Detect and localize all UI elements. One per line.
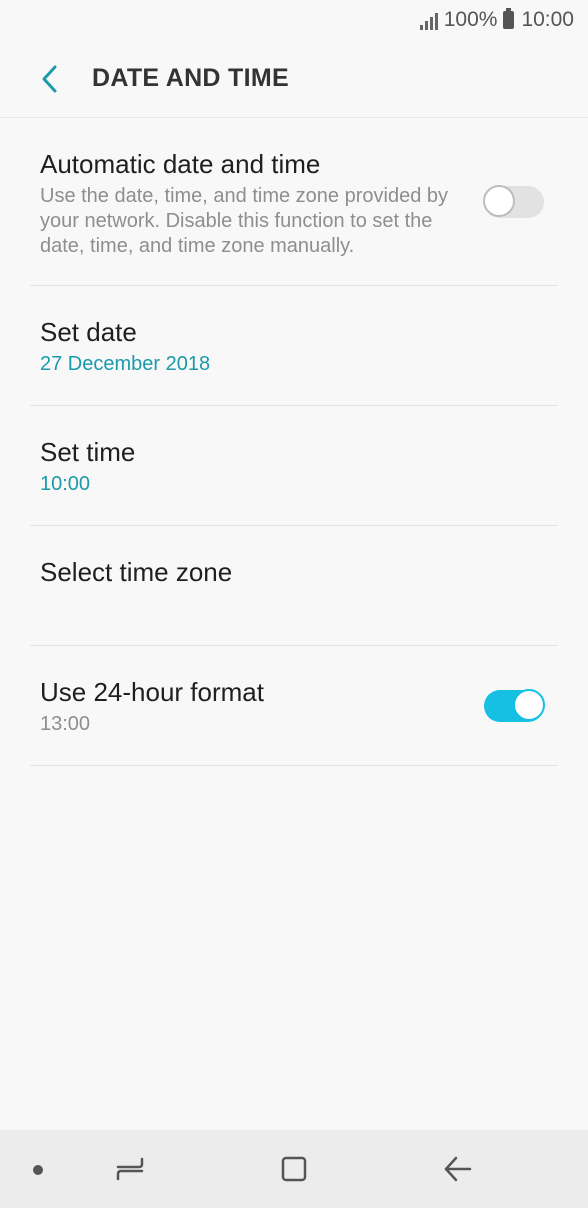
dot-icon[interactable]	[28, 1160, 48, 1180]
use-24-hour-format-row[interactable]: Use 24-hour format 13:00	[30, 646, 558, 766]
toggle-knob	[513, 689, 545, 721]
set-date-row[interactable]: Set date 27 December 2018	[30, 286, 558, 406]
automatic-date-time-toggle[interactable]	[483, 185, 544, 218]
automatic-date-time-title: Automatic date and time	[40, 149, 321, 179]
automatic-date-time-description: Use the date, time, and time zone provid…	[40, 185, 449, 257]
signal-icon	[418, 10, 438, 30]
automatic-date-time-row[interactable]: Automatic date and time Use the date, ti…	[30, 118, 558, 286]
settings-list: Automatic date and time Use the date, ti…	[0, 118, 588, 766]
status-time: 10:00	[521, 8, 574, 31]
app-header: DATE AND TIME	[0, 40, 588, 118]
back-button[interactable]	[20, 49, 80, 109]
toggle-knob	[483, 185, 515, 217]
set-date-value: 27 December 2018	[40, 353, 211, 375]
back-arrow-icon[interactable]	[438, 1152, 478, 1186]
navigation-bar	[0, 1130, 588, 1208]
select-time-zone-title: Select time zone	[40, 557, 233, 587]
set-time-value: 10:00	[40, 473, 91, 495]
status-bar: 100% 10:00	[0, 0, 588, 40]
set-date-title: Set date	[40, 317, 137, 347]
page-title: DATE AND TIME	[92, 64, 289, 92]
home-icon[interactable]	[274, 1152, 314, 1186]
use-24-hour-format-toggle[interactable]	[484, 689, 545, 722]
chevron-left-icon	[42, 65, 57, 92]
battery-icon	[503, 8, 515, 29]
battery-percent: 100%	[443, 8, 498, 31]
use-24-hour-format-title: Use 24-hour format	[40, 677, 264, 707]
use-24-hour-format-example: 13:00	[40, 713, 91, 735]
set-time-title: Set time	[40, 437, 136, 467]
recents-icon[interactable]	[110, 1152, 150, 1186]
select-time-zone-row[interactable]: Select time zone	[30, 526, 558, 646]
set-time-row[interactable]: Set time 10:00	[30, 406, 558, 526]
